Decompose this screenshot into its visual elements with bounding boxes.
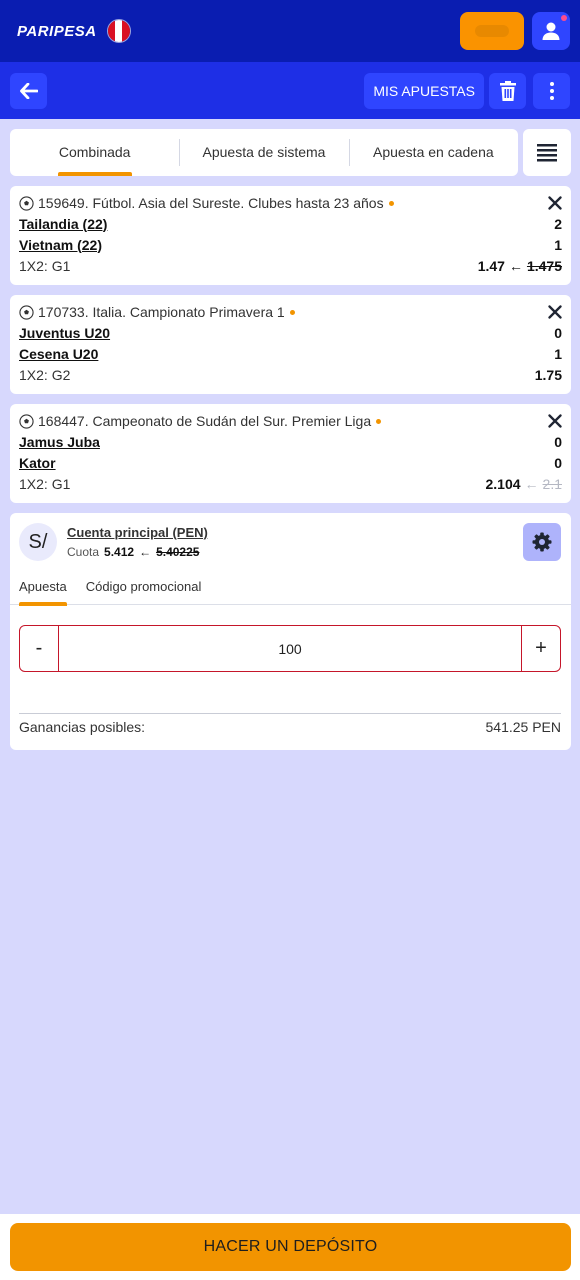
soccer-ball-icon (19, 304, 34, 320)
stake-stepper: - 100 + (19, 625, 561, 672)
score-home: 0 (554, 324, 562, 341)
bet-types-menu-button[interactable] (523, 129, 571, 176)
current-odds: 1.47 (477, 257, 505, 274)
top-bar: PARIPESA (0, 0, 580, 62)
arrow-left-icon: ← (139, 545, 152, 559)
tab-apuesta[interactable]: Apuesta (19, 575, 67, 606)
increase-stake-button[interactable]: + (521, 626, 560, 671)
score-home: 0 (554, 433, 562, 450)
stake-input[interactable]: 100 (59, 626, 521, 671)
live-indicator (376, 418, 382, 424)
user-icon (542, 22, 560, 40)
soccer-ball-icon (19, 195, 34, 211)
user-button[interactable] (532, 12, 570, 50)
close-icon[interactable] (548, 414, 562, 428)
event-title: 168447. Campeonato de Sudán del Sur. Pre… (38, 413, 372, 429)
live-indicator (289, 309, 295, 315)
settings-button[interactable] (523, 523, 561, 561)
gear-icon (532, 532, 552, 552)
cuota-label: Cuota (67, 545, 100, 559)
trash-icon (499, 80, 516, 101)
delete-all-button[interactable] (489, 72, 526, 109)
currency-avatar: S/ (19, 523, 57, 561)
arrow-left-icon: ← (524, 475, 539, 492)
balance-button[interactable] (460, 12, 524, 50)
deposit-button[interactable]: HACER UN DEPÓSITO (10, 1223, 571, 1271)
current-odds: 2.104 (485, 475, 521, 492)
bet-type-tabs: Combinada Apuesta de sistema Apuesta en … (10, 129, 518, 176)
arrow-left-icon: ← (508, 257, 523, 274)
close-icon[interactable] (548, 305, 562, 319)
brand[interactable]: PARIPESA (17, 19, 131, 43)
cuota-value: 5.412 (104, 545, 135, 559)
score-home: 2 (554, 215, 562, 232)
previous-odds: 2.1 (542, 475, 562, 492)
coupon-toolbar: MIS APUESTAS (0, 62, 580, 119)
bet-card: 159649. Fútbol. Asia del Sureste. Clubes… (10, 186, 571, 285)
peru-flag-icon[interactable] (106, 19, 131, 43)
bet-type-tabs-row: Combinada Apuesta de sistema Apuesta en … (10, 129, 571, 176)
event-title: 170733. Italia. Campionato Primavera 1 (38, 304, 285, 320)
market-label: 1X2: G1 (19, 475, 71, 492)
tab-apuesta-en-cadena[interactable]: Apuesta en cadena (348, 129, 518, 176)
cuota-previous: 5.40225 (156, 545, 200, 559)
previous-odds: 1.475 (526, 257, 562, 274)
back-button[interactable] (10, 72, 47, 109)
winnings-label: Ganancias posibles: (19, 719, 146, 735)
team-home[interactable]: Jamus Juba (19, 434, 100, 450)
decrease-stake-button[interactable]: - (20, 626, 59, 671)
team-away[interactable]: Cesena U20 (19, 346, 98, 362)
soccer-ball-icon (19, 413, 34, 429)
my-bets-button[interactable]: MIS APUESTAS (364, 72, 484, 109)
notification-dot (561, 15, 567, 21)
tab-apuesta-de-sistema[interactable]: Apuesta de sistema (179, 129, 348, 176)
market-label: 1X2: G1 (19, 257, 71, 274)
score-away: 1 (554, 236, 562, 253)
event-title: 159649. Fútbol. Asia del Sureste. Clubes… (38, 195, 384, 211)
bet-card: 168447. Campeonato de Sudán del Sur. Pre… (10, 404, 571, 503)
score-away: 1 (554, 345, 562, 362)
more-vertical-icon (549, 81, 554, 100)
list-icon (537, 143, 557, 161)
paripesa-logo[interactable]: PARIPESA (17, 23, 97, 40)
team-away[interactable]: Kator (19, 455, 56, 471)
arrow-left-icon (19, 82, 38, 99)
team-home[interactable]: Juventus U20 (19, 325, 110, 341)
team-away[interactable]: Vietnam (22) (19, 237, 102, 253)
market-label: 1X2: G2 (19, 366, 71, 383)
bet-slip-panel: S/ Cuenta principal (PEN) Cuota 5.412 ← … (10, 513, 571, 750)
possible-winnings: Ganancias posibles: 541.25 PEN (19, 713, 561, 737)
bottom-bar: HACER UN DEPÓSITO (0, 1214, 580, 1280)
score-away: 0 (554, 454, 562, 471)
live-indicator (388, 200, 394, 206)
winnings-value: 541.25 PEN (485, 719, 562, 735)
coupon-tabs: Apuesta Código promocional (10, 575, 571, 606)
tab-codigo-promocional[interactable]: Código promocional (86, 575, 202, 605)
bet-card: 170733. Italia. Campionato Primavera 1 J… (10, 295, 571, 394)
close-icon[interactable] (548, 196, 562, 210)
account-name[interactable]: Cuenta principal (PEN) (67, 525, 208, 540)
account-selector[interactable]: S/ Cuenta principal (PEN) Cuota 5.412 ← … (19, 523, 208, 561)
more-options-button[interactable] (533, 72, 570, 109)
tab-combinada[interactable]: Combinada (10, 129, 179, 176)
current-odds: 1.75 (534, 366, 562, 383)
team-home[interactable]: Tailandia (22) (19, 216, 107, 232)
